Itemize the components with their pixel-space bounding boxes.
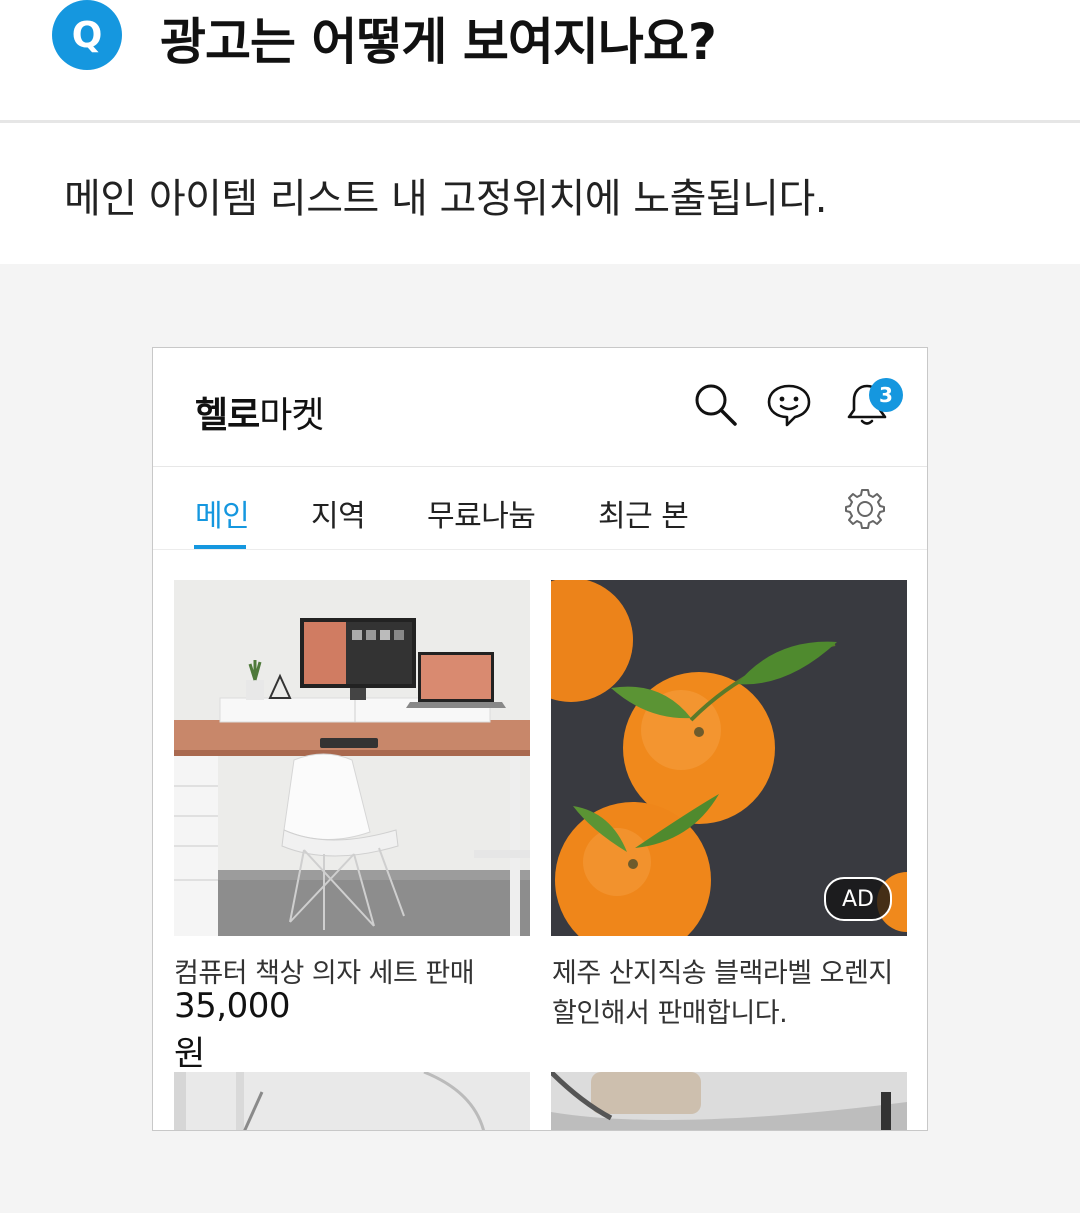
tab-bar: 메인 지역 무료나눔 최근 본 <box>153 467 927 550</box>
question-badge: Q <box>52 0 122 70</box>
answer-text: 메인 아이템 리스트 내 고정위치에 노출됩니다. <box>64 176 828 222</box>
notification-badge: 3 <box>869 378 903 412</box>
product-title: 컴퓨터 책상 의자 세트 판매 <box>174 958 475 989</box>
faq-question-header: Q 광고는 어떻게 보여지나요? <box>0 0 1080 120</box>
tab-region[interactable]: 지역 <box>311 491 366 535</box>
product-image-next-left[interactable] <box>174 1072 530 1131</box>
product-title-line2: 할인해서 판매합니다. <box>552 998 788 1029</box>
active-tab-indicator <box>194 545 246 549</box>
gear-icon[interactable] <box>843 487 887 531</box>
section-divider <box>0 120 1080 123</box>
logo-light: 마켓 <box>259 395 324 436</box>
tab-free-sharing[interactable]: 무료나눔 <box>427 491 536 535</box>
ad-badge: AD <box>824 877 892 921</box>
app-header: 헬로마켓 3 <box>153 348 927 467</box>
product-price: 35,000원 <box>174 986 290 1074</box>
product-image-desk <box>174 580 530 936</box>
product-image-next-right[interactable] <box>551 1072 907 1131</box>
product-title-line1: 제주 산지직송 블랙라벨 오렌지 <box>552 958 893 989</box>
app-preview: 헬로마켓 3 메인 지역 무료나눔 최근 본 컴퓨터 책상 의자 세트 판매 3… <box>152 347 928 1131</box>
search-icon[interactable] <box>691 380 739 428</box>
question-title: 광고는 어떻게 보여지나요? <box>160 13 717 71</box>
chat-icon[interactable] <box>765 380 813 428</box>
app-logo: 헬로마켓 <box>195 386 325 438</box>
tab-recently-viewed[interactable]: 최근 본 <box>598 491 689 535</box>
logo-bold: 헬로 <box>195 395 260 436</box>
tab-main[interactable]: 메인 <box>195 491 250 535</box>
